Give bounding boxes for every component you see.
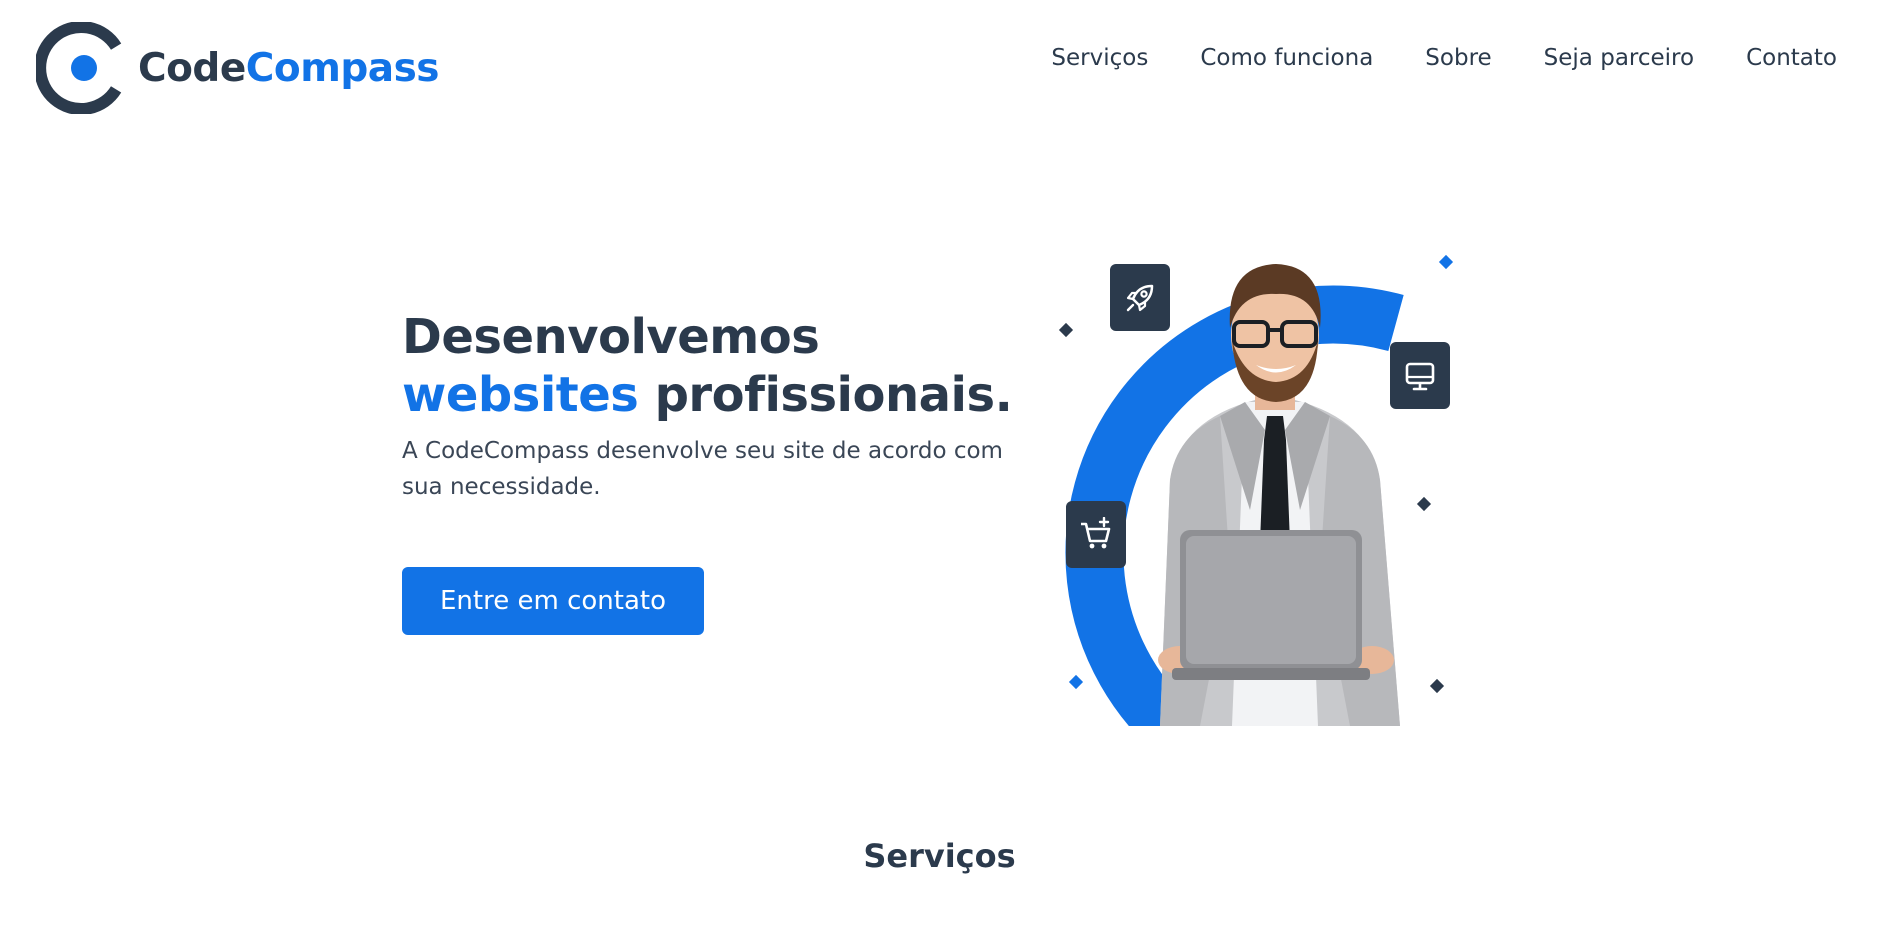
logo[interactable]: CodeCompass: [36, 22, 440, 114]
nav-como-funciona[interactable]: Como funciona: [1200, 40, 1373, 76]
monitor-badge: [1390, 342, 1450, 409]
logo-text-code: Code: [138, 45, 246, 91]
cart-icon: [1081, 516, 1111, 548]
cart-badge: [1066, 501, 1126, 568]
nav-servicos[interactable]: Serviços: [1051, 40, 1148, 76]
hero-title-accent: websites: [402, 367, 639, 423]
rocket-icon: [1126, 284, 1154, 311]
hero-title-line1: Desenvolvemos: [402, 309, 820, 365]
logo-text: CodeCompass: [138, 45, 440, 91]
rocket-badge: [1110, 264, 1170, 331]
hero-subtitle: A CodeCompass desenvolve seu site de aco…: [402, 438, 1003, 500]
hero-title-rest: profissionais.: [638, 367, 1013, 423]
logo-text-compass: Compass: [245, 45, 440, 91]
compass-logo-icon: [36, 22, 122, 114]
nav-sobre[interactable]: Sobre: [1425, 40, 1491, 76]
hero-title: Desenvolvemos websites profissionais.: [402, 308, 1013, 424]
contact-button[interactable]: Entre em contato: [402, 567, 704, 635]
nav-seja-parceiro[interactable]: Seja parceiro: [1544, 40, 1694, 76]
nav-contato[interactable]: Contato: [1746, 40, 1837, 76]
hero-illustration: [1050, 240, 1470, 726]
page: CodeCompass Serviços Como funciona Sobre…: [0, 0, 1879, 939]
services-title: Serviços: [863, 837, 1016, 875]
monitor-icon: [1405, 362, 1435, 390]
main-nav: Serviços Como funciona Sobre Seja parcei…: [1051, 40, 1837, 76]
